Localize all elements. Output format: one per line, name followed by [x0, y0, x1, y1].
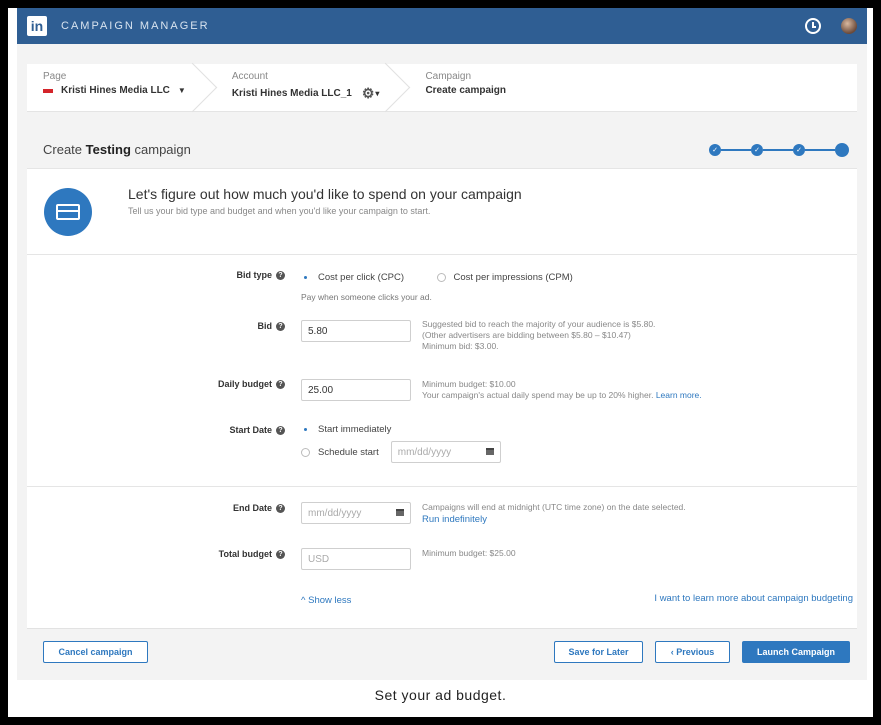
learn-more-link[interactable]: Learn more.	[656, 390, 702, 400]
caret-down-icon[interactable]: ▼	[178, 86, 186, 95]
daily-budget-input[interactable]	[301, 379, 411, 401]
bid-suggestion: Suggested bid to reach the majority of y…	[422, 319, 656, 329]
show-less-label: Show less	[308, 595, 352, 606]
breadcrumb-account[interactable]: Account Kristi Hines Media LLC_1 ⚙ ▾	[216, 64, 410, 111]
step-connector	[763, 148, 793, 151]
app-title: CAMPAIGN MANAGER	[61, 20, 210, 32]
title-prefix: Create	[43, 142, 86, 157]
bid-input[interactable]	[301, 320, 411, 342]
bid-range: (Other advertisers are bidding between $…	[422, 330, 631, 341]
card-header: Create Testing campaign ✓ ✓ ✓	[27, 131, 857, 169]
radio-schedule-start[interactable]: Schedule start	[301, 447, 379, 458]
credit-card-icon-badge	[44, 187, 92, 236]
daily-budget-minimum: Minimum budget: $10.00	[422, 379, 516, 389]
title-suffix: campaign	[130, 142, 191, 157]
previous-button[interactable]: ‹ Previous	[655, 641, 730, 663]
radio-label: Schedule start	[318, 446, 379, 458]
screenshot-frame: in CAMPAIGN MANAGER Page Kristi Hines Me…	[8, 8, 873, 717]
bid-label: Bid	[257, 321, 273, 331]
page-title: Create Testing campaign	[43, 142, 191, 157]
step-2-check-icon[interactable]: ✓	[751, 143, 763, 156]
breadcrumb-value: Create campaign	[425, 85, 507, 96]
campaign-name: Testing	[85, 142, 131, 157]
end-date-label: End Date	[232, 503, 272, 513]
step-4-current	[835, 142, 849, 157]
breadcrumb-value: Kristi Hines Media LLC	[61, 85, 170, 96]
launch-campaign-button[interactable]: Launch Campaign	[742, 641, 850, 663]
radio-start-immediately[interactable]: Start immediately	[301, 424, 391, 435]
page-logo-icon	[43, 88, 53, 93]
gear-icon[interactable]: ⚙	[362, 85, 375, 102]
help-icon[interactable]: ?	[276, 549, 285, 559]
radio-label: Start immediately	[318, 424, 392, 435]
intro-section: Let's figure out how much you'd like to …	[27, 169, 857, 255]
radio-cpc[interactable]: Cost per click (CPC)	[301, 272, 404, 283]
help-icon[interactable]: ?	[276, 503, 285, 513]
total-budget-note: Minimum budget: $25.00	[422, 548, 516, 558]
end-date-note: Campaigns will end at midnight (UTC time…	[422, 502, 686, 512]
radio-cpm[interactable]: Cost per impressions (CPM)	[436, 272, 573, 283]
radio-dot-selected[interactable]	[301, 273, 310, 282]
start-date-input[interactable]	[390, 441, 501, 463]
campaign-manager-app: in CAMPAIGN MANAGER Page Kristi Hines Me…	[17, 8, 867, 680]
step-1-check-icon[interactable]: ✓	[709, 143, 721, 156]
radio-dot-selected[interactable]	[301, 425, 310, 434]
help-icon[interactable]: ?	[276, 379, 285, 389]
run-indefinitely-link[interactable]: Run indefinitely	[422, 514, 686, 526]
breadcrumb-value: Kristi Hines Media LLC_1	[231, 88, 352, 99]
save-for-later-button[interactable]: Save for Later	[554, 641, 643, 663]
credit-card-icon	[56, 203, 80, 220]
total-budget-input[interactable]	[301, 548, 411, 570]
step-connector	[721, 148, 751, 151]
step-3-check-icon[interactable]: ✓	[793, 143, 805, 156]
progress-steps: ✓ ✓ ✓	[709, 142, 849, 157]
breadcrumb: Page Kristi Hines Media LLC ▼ Account Kr…	[27, 64, 857, 112]
radio-dot[interactable]	[436, 273, 446, 282]
bid-minimum: Minimum bid: $3.00.	[422, 341, 499, 352]
radio-dot[interactable]	[301, 447, 310, 457]
calendar-icon[interactable]	[396, 509, 404, 516]
breadcrumb-label: Page	[43, 71, 67, 82]
help-icon[interactable]: ?	[276, 321, 285, 331]
calendar-icon[interactable]	[485, 448, 494, 455]
intro-heading: Let's figure out how much you'd like to …	[128, 185, 522, 202]
show-less-link[interactable]: ^ Show less	[301, 595, 351, 606]
cancel-campaign-button[interactable]: Cancel campaign	[43, 641, 148, 663]
section-divider	[27, 486, 857, 487]
step-connector	[805, 148, 835, 151]
bid-type-note: Pay when someone clicks your ad.	[301, 292, 432, 302]
avatar[interactable]	[841, 18, 857, 34]
linkedin-logo-icon[interactable]: in	[27, 16, 47, 36]
chevron-up-icon: ^	[301, 595, 306, 606]
breadcrumb-campaign: Campaign Create campaign	[409, 64, 536, 111]
intro-subtext: Tell us your bid type and budget and whe…	[128, 205, 431, 216]
breadcrumb-label: Account	[231, 71, 268, 82]
breadcrumb-label: Campaign	[425, 71, 472, 82]
bid-type-label: Bid type	[236, 270, 272, 280]
learn-budgeting-link[interactable]: I want to learn more about campaign budg…	[654, 593, 853, 604]
daily-budget-label: Daily budget	[217, 379, 272, 389]
campaign-card: Create Testing campaign ✓ ✓ ✓ Let's figu…	[27, 131, 857, 674]
caret-down-icon[interactable]: ▾	[375, 89, 379, 98]
breadcrumb-page[interactable]: Page Kristi Hines Media LLC ▼	[27, 64, 216, 111]
clock-icon[interactable]	[805, 18, 821, 34]
start-date-label: Start Date	[229, 425, 272, 435]
figure-caption: Set your ad budget.	[374, 687, 507, 703]
daily-budget-note: Your campaign's actual daily spend may b…	[422, 390, 654, 401]
action-footer: Cancel campaign Save for Later ‹ Previou…	[27, 628, 857, 674]
help-icon[interactable]: ?	[276, 270, 285, 280]
top-navigation-bar: in CAMPAIGN MANAGER	[17, 8, 867, 44]
help-icon[interactable]: ?	[276, 425, 285, 435]
radio-label: Cost per click (CPC)	[318, 272, 405, 283]
end-date-input[interactable]	[301, 502, 411, 524]
total-budget-label: Total budget	[218, 549, 272, 559]
radio-label: Cost per impressions (CPM)	[453, 272, 573, 283]
